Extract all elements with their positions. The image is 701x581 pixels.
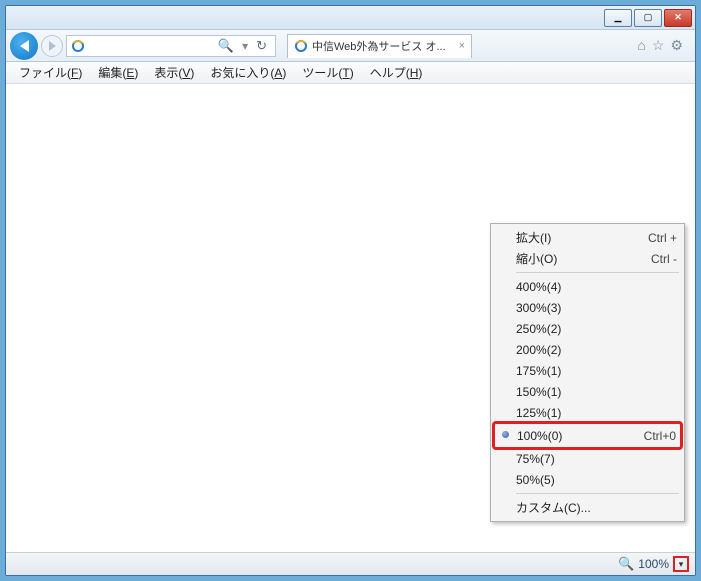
close-icon: ✕ bbox=[674, 12, 682, 23]
zoom-level-item[interactable]: 175%(1) bbox=[494, 360, 681, 381]
favorites-icon[interactable]: ☆ bbox=[652, 37, 665, 54]
back-button[interactable] bbox=[10, 32, 38, 60]
bullet-icon bbox=[502, 431, 509, 438]
zoom-level-item[interactable]: 250%(2) bbox=[494, 318, 681, 339]
menu-file[interactable]: ファイル(F) bbox=[12, 62, 89, 83]
zoom-in-item[interactable]: 拡大(I) Ctrl + bbox=[494, 227, 681, 248]
menu-label: 拡大(I) bbox=[516, 229, 551, 246]
nav-toolbar: 🔍 ▾ ↻ 中信Web外為サービス オ... × ⌂ ☆ ⚙ bbox=[6, 30, 695, 62]
menu-label: 150%(1) bbox=[516, 385, 561, 399]
menu-label: カスタム(C)... bbox=[516, 499, 591, 516]
status-bar: 🔍 100% ▾ bbox=[6, 552, 695, 575]
address-bar[interactable]: 🔍 ▾ ↻ bbox=[66, 35, 276, 57]
zoom-level-item[interactable]: 150%(1) bbox=[494, 381, 681, 402]
minimize-button[interactable]: ▁ bbox=[604, 9, 632, 27]
maximize-icon: ▢ bbox=[644, 12, 653, 23]
menu-edit[interactable]: 編集(E) bbox=[91, 62, 145, 83]
chevron-down-icon: ▾ bbox=[679, 559, 684, 570]
menu-label: 100%(0) bbox=[517, 429, 562, 443]
browser-tab[interactable]: 中信Web外為サービス オ... × bbox=[287, 34, 472, 58]
zoom-out-item[interactable]: 縮小(O) Ctrl - bbox=[494, 248, 681, 269]
menu-label: 125%(1) bbox=[516, 406, 561, 420]
zoom-level-item[interactable]: 75%(7) bbox=[494, 448, 681, 469]
menu-label: 250%(2) bbox=[516, 322, 561, 336]
close-button[interactable]: ✕ bbox=[664, 9, 692, 27]
menu-label: 75%(7) bbox=[516, 452, 555, 466]
tools-icon[interactable]: ⚙ bbox=[670, 37, 683, 54]
home-icon[interactable]: ⌂ bbox=[637, 37, 645, 54]
menu-bar: ファイル(F) 編集(E) 表示(V) お気に入り(A) ツール(T) ヘルプ(… bbox=[6, 62, 695, 84]
menu-label: 縮小(O) bbox=[516, 250, 557, 267]
menu-shortcut: Ctrl - bbox=[651, 252, 677, 266]
menu-separator bbox=[516, 493, 679, 494]
menu-favorites[interactable]: お気に入り(A) bbox=[203, 62, 293, 83]
menu-tools[interactable]: ツール(T) bbox=[295, 62, 360, 83]
menu-separator bbox=[516, 272, 679, 273]
ie-icon bbox=[294, 39, 308, 53]
highlighted-selection: 100%(0) Ctrl+0 bbox=[492, 421, 683, 450]
zoom-level-item[interactable]: 300%(3) bbox=[494, 297, 681, 318]
search-icon[interactable]: 🔍 bbox=[214, 38, 238, 54]
titlebar: ▁ ▢ ✕ bbox=[6, 6, 695, 30]
menu-label: 50%(5) bbox=[516, 473, 555, 487]
tab-close-icon[interactable]: × bbox=[459, 40, 465, 52]
ie-icon bbox=[71, 39, 85, 53]
zoom-custom-item[interactable]: カスタム(C)... bbox=[494, 497, 681, 518]
minimize-icon: ▁ bbox=[615, 12, 622, 23]
zoom-level-item[interactable]: 125%(1) bbox=[494, 402, 681, 423]
menu-label: 200%(2) bbox=[516, 343, 561, 357]
magnifier-icon[interactable]: 🔍 bbox=[618, 556, 634, 572]
menu-label: 300%(3) bbox=[516, 301, 561, 315]
tab-title: 中信Web外為サービス オ... bbox=[312, 38, 446, 54]
refresh-icon[interactable]: ↻ bbox=[252, 38, 271, 54]
menu-label: 175%(1) bbox=[516, 364, 561, 378]
browser-window: ▁ ▢ ✕ 🔍 ▾ ↻ 中信Web外為サービス オ... × ⌂ ☆ ⚙ bbox=[5, 5, 696, 576]
arrow-right-icon bbox=[49, 41, 56, 51]
zoom-context-menu: 拡大(I) Ctrl + 縮小(O) Ctrl - 400%(4) 300%(3… bbox=[490, 223, 685, 522]
maximize-button[interactable]: ▢ bbox=[634, 9, 662, 27]
menu-shortcut: Ctrl + bbox=[648, 231, 677, 245]
forward-button[interactable] bbox=[41, 35, 63, 57]
zoom-level-item[interactable]: 400%(4) bbox=[494, 276, 681, 297]
menu-view[interactable]: 表示(V) bbox=[147, 62, 201, 83]
arrow-left-icon bbox=[20, 40, 29, 52]
zoom-percent[interactable]: 100% bbox=[638, 557, 669, 571]
menu-help[interactable]: ヘルプ(H) bbox=[363, 62, 430, 83]
zoom-dropdown-button[interactable]: ▾ bbox=[673, 556, 689, 572]
menu-shortcut: Ctrl+0 bbox=[644, 429, 676, 443]
zoom-level-item[interactable]: 50%(5) bbox=[494, 469, 681, 490]
content-area: 拡大(I) Ctrl + 縮小(O) Ctrl - 400%(4) 300%(3… bbox=[6, 84, 695, 552]
zoom-100-item[interactable]: 100%(0) Ctrl+0 bbox=[495, 424, 680, 447]
zoom-level-item[interactable]: 200%(2) bbox=[494, 339, 681, 360]
menu-label: 400%(4) bbox=[516, 280, 561, 294]
